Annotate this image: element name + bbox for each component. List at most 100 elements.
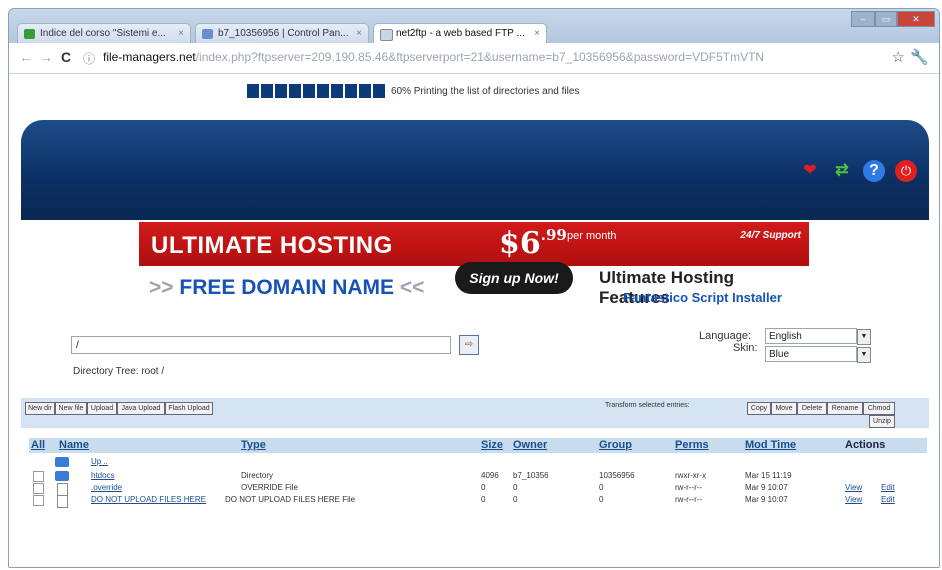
directory-tree: Directory Tree: root / <box>73 366 165 377</box>
row-type: Directory <box>241 471 274 480</box>
transform-label: Transform selected entries: <box>605 402 690 409</box>
tab-net2ftp[interactable]: net2ftp - a web based FTP ... × <box>373 23 547 44</box>
row-group: 10356956 <box>599 471 635 480</box>
row-owner: 0 <box>513 483 518 492</box>
main-panel: ULTIMATE HOSTING $6.99 per month 24/7 Su… <box>21 220 929 567</box>
table-row[interactable]: DO NOT UPLOAD FILES HERE DO NOT UPLOAD F… <box>29 493 927 508</box>
delete-button[interactable]: Delete <box>797 402 827 415</box>
folder-up-icon <box>55 457 69 467</box>
progress-segment <box>373 84 385 98</box>
row-mod-time: Mar 9 10:07 <box>745 495 788 504</box>
col-actions: Actions <box>845 439 886 451</box>
language-select[interactable]: English <box>765 328 857 344</box>
browser-window: Indice del corso "Sistemi e... × b7_1035… <box>8 8 940 568</box>
chmod-button[interactable]: Chmod <box>863 402 895 415</box>
move-button[interactable]: Move <box>771 402 797 415</box>
rename-button[interactable]: Rename <box>827 402 863 415</box>
browser-toolbar: ← → C ⓘ file-managers.net/index.php?ftps… <box>9 43 939 74</box>
progress-segment <box>261 84 273 98</box>
view-link[interactable]: View <box>845 495 862 504</box>
row-checkbox[interactable] <box>33 495 44 506</box>
banner-support: 24/7 Support <box>740 230 801 241</box>
row-name[interactable]: DO NOT UPLOAD FILES HERE <box>91 495 206 504</box>
row-name[interactable]: Up .. <box>91 457 108 466</box>
banner-price: $6.99 <box>499 226 567 261</box>
tab-label: Indice del corso "Sistemi e... <box>40 28 166 39</box>
copy-button[interactable]: Copy <box>747 402 771 415</box>
language-label: Language: <box>699 330 751 342</box>
row-mod-time: Mar 15 11:19 <box>745 471 792 480</box>
col-type[interactable]: Type <box>241 439 266 451</box>
address-bar[interactable]: file-managers.net/index.php?ftpserver=20… <box>103 47 863 67</box>
edit-link[interactable]: Edit <box>881 495 895 504</box>
close-icon[interactable]: × <box>356 24 362 44</box>
header-icons: ❤ ⇄ ? ⏻ <box>799 160 917 182</box>
java-upload-button[interactable]: Java Upload <box>117 402 165 415</box>
help-icon[interactable]: ? <box>863 160 885 182</box>
wrench-icon[interactable]: 🔧 <box>910 48 929 66</box>
page-content: 60% Printing the list of directories and… <box>9 74 939 567</box>
progress-segments <box>247 84 387 98</box>
col-owner[interactable]: Owner <box>513 439 547 451</box>
edit-link[interactable]: Edit <box>881 483 895 492</box>
table-row[interactable]: Up .. <box>29 455 927 468</box>
chevron-down-icon[interactable]: ▼ <box>857 347 871 363</box>
new-dir-button[interactable]: New dir <box>25 402 55 415</box>
maximize-button[interactable]: ▭ <box>875 11 897 27</box>
bookmark-star-icon[interactable]: ☆ <box>892 48 905 66</box>
favicon-icon <box>202 29 213 39</box>
chevron-right-icon: >> <box>149 276 174 299</box>
row-name[interactable]: htdocs <box>91 471 115 480</box>
row-size: 0 <box>481 495 486 504</box>
row-group: 0 <box>599 495 604 504</box>
row-perms: rw-r--r-- <box>675 483 703 492</box>
skin-select[interactable]: Blue <box>765 346 857 362</box>
row-name[interactable]: .override <box>91 483 122 492</box>
view-link[interactable]: View <box>845 483 862 492</box>
row-owner: b7_10356 <box>513 471 549 480</box>
window-controls: – ▭ ✕ <box>851 11 935 27</box>
progress-segment <box>331 84 343 98</box>
tab-control-panel[interactable]: b7_10356956 | Control Pan... × <box>195 23 369 44</box>
row-size: 4096 <box>481 471 499 480</box>
col-perms[interactable]: Perms <box>675 439 709 451</box>
col-mod-time[interactable]: Mod Time <box>745 439 796 451</box>
tab-corso[interactable]: Indice del corso "Sistemi e... × <box>17 23 191 44</box>
directory-path-input[interactable]: / <box>71 336 451 354</box>
new-file-button[interactable]: New file <box>55 402 87 415</box>
minimize-button[interactable]: – <box>851 11 875 27</box>
refresh-icon[interactable]: ⇄ <box>831 160 853 182</box>
close-icon[interactable]: × <box>178 24 184 44</box>
col-name[interactable]: Name <box>59 439 89 451</box>
chevron-left-icon: << <box>399 276 425 299</box>
col-size[interactable]: Size <box>481 439 503 451</box>
progress-text: 60% Printing the list of directories and… <box>391 85 580 97</box>
forward-button[interactable]: → <box>39 49 53 65</box>
progress-segment <box>275 84 287 98</box>
close-window-button[interactable]: ✕ <box>897 11 935 27</box>
power-icon[interactable]: ⏻ <box>895 160 917 182</box>
back-button[interactable]: ← <box>19 49 33 65</box>
price-dollars: $6 <box>499 226 541 261</box>
hosting-ad-banner[interactable]: ULTIMATE HOSTING $6.99 per month 24/7 Su… <box>139 222 809 310</box>
go-button[interactable]: ⇨ <box>459 335 479 355</box>
page-info-icon[interactable]: ⓘ <box>83 50 95 67</box>
reload-button[interactable]: C <box>61 49 71 65</box>
progress-segment <box>303 84 315 98</box>
net2ftp-header: ❤ ⇄ ? ⏻ <box>21 120 929 220</box>
col-group[interactable]: Group <box>599 439 632 451</box>
unzip-button[interactable]: Unzip <box>869 415 895 428</box>
signup-button[interactable]: Sign up Now! <box>455 262 573 294</box>
row-perms: rwxr-xr-x <box>675 471 707 480</box>
close-icon[interactable]: × <box>534 24 540 44</box>
heart-icon[interactable]: ❤ <box>799 160 821 182</box>
col-all[interactable]: All <box>31 439 45 451</box>
progress-segment <box>247 84 259 98</box>
favicon-icon <box>380 29 393 41</box>
chevron-down-icon[interactable]: ▼ <box>857 329 871 345</box>
flash-upload-button[interactable]: Flash Upload <box>165 402 213 415</box>
banner-per-month: per month <box>567 230 617 242</box>
row-type: OVERRIDE File <box>241 483 298 492</box>
upload-button[interactable]: Upload <box>87 402 117 415</box>
address-path: /index.php?ftpserver=209.190.85.46&ftpse… <box>195 50 765 64</box>
